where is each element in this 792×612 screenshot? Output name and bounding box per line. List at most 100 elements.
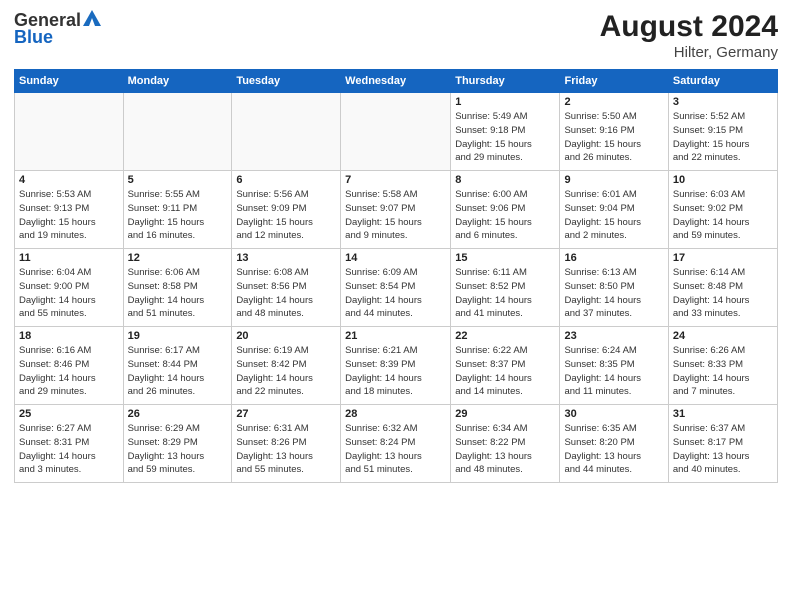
day-number: 25	[19, 408, 119, 420]
day-info: Sunrise: 5:58 AM Sunset: 9:07 PM Dayligh…	[345, 188, 446, 243]
day-info: Sunrise: 6:00 AM Sunset: 9:06 PM Dayligh…	[455, 188, 555, 243]
calendar-cell: 17Sunrise: 6:14 AM Sunset: 8:48 PM Dayli…	[668, 249, 777, 327]
header-row: Sunday Monday Tuesday Wednesday Thursday…	[15, 70, 778, 93]
day-info: Sunrise: 6:03 AM Sunset: 9:02 PM Dayligh…	[673, 188, 773, 243]
day-number: 11	[19, 252, 119, 264]
col-wednesday: Wednesday	[341, 70, 451, 93]
col-sunday: Sunday	[15, 70, 124, 93]
calendar-cell: 19 Sunrise: 6:17 AM Sunset: 8:44 PM Dayli…	[123, 327, 232, 405]
day-info: Sunrise: 6:37 AM Sunset: 8:17 PM Dayligh…	[673, 422, 773, 477]
calendar-week-2: 11 Sunrise: 6:04 AM Sunset: 9:00 PM Dayli…	[15, 249, 778, 327]
calendar-cell	[123, 93, 232, 171]
calendar-body: 1Sunrise: 5:49 AM Sunset: 9:18 PM Daylig…	[15, 93, 778, 483]
calendar-cell: 29Sunrise: 6:34 AM Sunset: 8:22 PM Dayli…	[451, 405, 560, 483]
day-info: Sunrise: 6:22 AM Sunset: 8:37 PM Dayligh…	[455, 344, 555, 399]
calendar-cell: 28 Sunrise: 6:32 AM Sunset: 8:24 PM Dayli…	[341, 405, 451, 483]
calendar-cell: 13 Sunrise: 6:08 AM Sunset: 8:56 PM Dayli…	[232, 249, 341, 327]
day-info: Sunrise: 5:50 AM Sunset: 9:16 PM Dayligh…	[564, 110, 663, 165]
day-info: Sunrise: 6:09 AM Sunset: 8:54 PM Dayligh…	[345, 266, 446, 321]
col-thursday: Thursday	[451, 70, 560, 93]
day-number: 8	[455, 174, 555, 186]
calendar-cell: 7 Sunrise: 5:58 AM Sunset: 9:07 PM Daylig…	[341, 171, 451, 249]
day-info: Sunrise: 6:34 AM Sunset: 8:22 PM Dayligh…	[455, 422, 555, 477]
day-number: 16	[564, 252, 663, 264]
day-info: Sunrise: 6:16 AM Sunset: 8:46 PM Dayligh…	[19, 344, 119, 399]
calendar-week-0: 1Sunrise: 5:49 AM Sunset: 9:18 PM Daylig…	[15, 93, 778, 171]
col-monday: Monday	[123, 70, 232, 93]
calendar-cell: 31Sunrise: 6:37 AM Sunset: 8:17 PM Dayli…	[668, 405, 777, 483]
calendar-table: Sunday Monday Tuesday Wednesday Thursday…	[14, 69, 778, 483]
day-info: Sunrise: 5:55 AM Sunset: 9:11 PM Dayligh…	[128, 188, 228, 243]
logo: General Blue	[14, 10, 101, 48]
day-number: 21	[345, 330, 446, 342]
calendar-cell: 26 Sunrise: 6:29 AM Sunset: 8:29 PM Dayli…	[123, 405, 232, 483]
day-number: 20	[236, 330, 336, 342]
day-info: Sunrise: 6:24 AM Sunset: 8:35 PM Dayligh…	[564, 344, 663, 399]
day-number: 14	[345, 252, 446, 264]
col-saturday: Saturday	[668, 70, 777, 93]
calendar-cell: 22Sunrise: 6:22 AM Sunset: 8:37 PM Dayli…	[451, 327, 560, 405]
day-info: Sunrise: 6:08 AM Sunset: 8:56 PM Dayligh…	[236, 266, 336, 321]
day-info: Sunrise: 6:29 AM Sunset: 8:29 PM Dayligh…	[128, 422, 228, 477]
calendar-cell: 11 Sunrise: 6:04 AM Sunset: 9:00 PM Dayli…	[15, 249, 124, 327]
calendar-cell: 10Sunrise: 6:03 AM Sunset: 9:02 PM Dayli…	[668, 171, 777, 249]
calendar-cell: 27 Sunrise: 6:31 AM Sunset: 8:26 PM Dayli…	[232, 405, 341, 483]
calendar-cell: 3Sunrise: 5:52 AM Sunset: 9:15 PM Daylig…	[668, 93, 777, 171]
calendar-cell	[15, 93, 124, 171]
day-info: Sunrise: 5:53 AM Sunset: 9:13 PM Dayligh…	[19, 188, 119, 243]
day-info: Sunrise: 6:06 AM Sunset: 8:58 PM Dayligh…	[128, 266, 228, 321]
calendar-cell: 4Sunrise: 5:53 AM Sunset: 9:13 PM Daylig…	[15, 171, 124, 249]
month-year: August 2024	[600, 10, 778, 44]
calendar-cell: 24Sunrise: 6:26 AM Sunset: 8:33 PM Dayli…	[668, 327, 777, 405]
calendar-header: Sunday Monday Tuesday Wednesday Thursday…	[15, 70, 778, 93]
calendar-cell: 30 Sunrise: 6:35 AM Sunset: 8:20 PM Dayli…	[560, 405, 668, 483]
calendar-cell: 16 Sunrise: 6:13 AM Sunset: 8:50 PM Dayli…	[560, 249, 668, 327]
day-info: Sunrise: 6:32 AM Sunset: 8:24 PM Dayligh…	[345, 422, 446, 477]
day-number: 13	[236, 252, 336, 264]
day-number: 24	[673, 330, 773, 342]
day-info: Sunrise: 6:17 AM Sunset: 8:44 PM Dayligh…	[128, 344, 228, 399]
day-number: 9	[564, 174, 663, 186]
calendar-cell: 20 Sunrise: 6:19 AM Sunset: 8:42 PM Dayli…	[232, 327, 341, 405]
day-info: Sunrise: 6:35 AM Sunset: 8:20 PM Dayligh…	[564, 422, 663, 477]
day-info: Sunrise: 6:01 AM Sunset: 9:04 PM Dayligh…	[564, 188, 663, 243]
day-info: Sunrise: 6:31 AM Sunset: 8:26 PM Dayligh…	[236, 422, 336, 477]
day-number: 28	[345, 408, 446, 420]
day-info: Sunrise: 6:13 AM Sunset: 8:50 PM Dayligh…	[564, 266, 663, 321]
day-number: 7	[345, 174, 446, 186]
day-number: 30	[564, 408, 663, 420]
calendar-cell: 5 Sunrise: 5:55 AM Sunset: 9:11 PM Daylig…	[123, 171, 232, 249]
day-info: Sunrise: 5:56 AM Sunset: 9:09 PM Dayligh…	[236, 188, 336, 243]
calendar-cell: 14 Sunrise: 6:09 AM Sunset: 8:54 PM Dayli…	[341, 249, 451, 327]
title-area: August 2024 Hilter, Germany	[600, 10, 778, 61]
calendar-week-3: 18 Sunrise: 6:16 AM Sunset: 8:46 PM Dayli…	[15, 327, 778, 405]
day-number: 12	[128, 252, 228, 264]
calendar-cell: 25Sunrise: 6:27 AM Sunset: 8:31 PM Dayli…	[15, 405, 124, 483]
day-number: 19	[128, 330, 228, 342]
calendar-cell: 18 Sunrise: 6:16 AM Sunset: 8:46 PM Dayli…	[15, 327, 124, 405]
calendar-cell: 8 Sunrise: 6:00 AM Sunset: 9:06 PM Daylig…	[451, 171, 560, 249]
day-info: Sunrise: 6:04 AM Sunset: 9:00 PM Dayligh…	[19, 266, 119, 321]
calendar-cell	[341, 93, 451, 171]
day-number: 18	[19, 330, 119, 342]
day-info: Sunrise: 6:14 AM Sunset: 8:48 PM Dayligh…	[673, 266, 773, 321]
calendar-week-4: 25Sunrise: 6:27 AM Sunset: 8:31 PM Dayli…	[15, 405, 778, 483]
day-info: Sunrise: 6:11 AM Sunset: 8:52 PM Dayligh…	[455, 266, 555, 321]
day-number: 23	[564, 330, 663, 342]
day-number: 27	[236, 408, 336, 420]
day-number: 5	[128, 174, 228, 186]
location: Hilter, Germany	[600, 44, 778, 61]
day-number: 2	[564, 96, 663, 108]
logo-icon	[83, 10, 101, 26]
day-info: Sunrise: 6:19 AM Sunset: 8:42 PM Dayligh…	[236, 344, 336, 399]
calendar-cell: 21Sunrise: 6:21 AM Sunset: 8:39 PM Dayli…	[341, 327, 451, 405]
col-tuesday: Tuesday	[232, 70, 341, 93]
calendar-cell: 2 Sunrise: 5:50 AM Sunset: 9:16 PM Daylig…	[560, 93, 668, 171]
day-number: 1	[455, 96, 555, 108]
header: General Blue August 2024 Hilter, Germany	[14, 10, 778, 61]
col-friday: Friday	[560, 70, 668, 93]
day-number: 26	[128, 408, 228, 420]
calendar-cell: 9 Sunrise: 6:01 AM Sunset: 9:04 PM Daylig…	[560, 171, 668, 249]
page: General Blue August 2024 Hilter, Germany…	[0, 0, 792, 612]
calendar-week-1: 4Sunrise: 5:53 AM Sunset: 9:13 PM Daylig…	[15, 171, 778, 249]
